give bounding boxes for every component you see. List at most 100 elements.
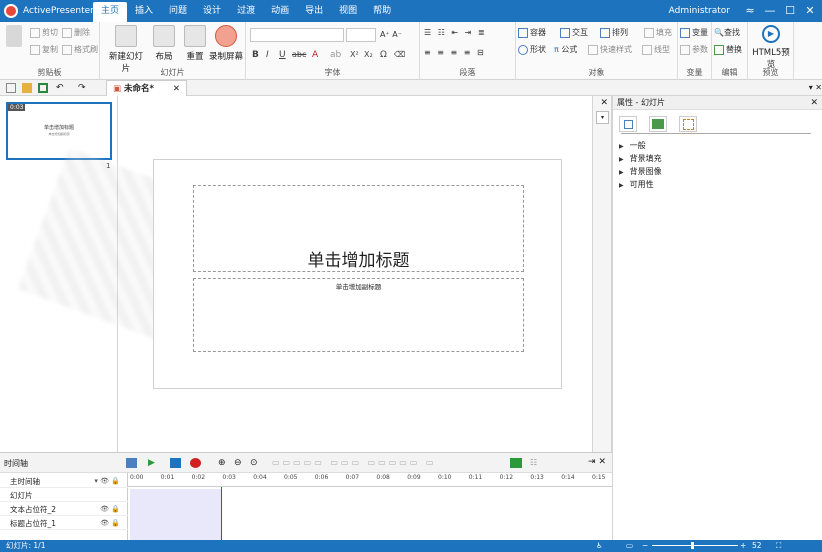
- arrange-button[interactable]: 排列: [600, 27, 628, 38]
- strikethrough-button[interactable]: abc: [292, 50, 306, 59]
- zoom-slider-thumb[interactable]: [690, 542, 694, 549]
- layout-button[interactable]: 布局: [150, 25, 178, 62]
- minimize-button[interactable]: —: [760, 0, 780, 22]
- menu-tab[interactable]: 导出: [297, 0, 331, 22]
- tab-general[interactable]: [619, 116, 637, 132]
- replace-button[interactable]: 替换: [714, 44, 742, 55]
- param-button[interactable]: 参数: [680, 44, 708, 55]
- copy-button[interactable]: 复制: [30, 44, 58, 55]
- bold-button[interactable]: B: [252, 50, 259, 60]
- playhead[interactable]: [221, 487, 222, 541]
- menu-tab[interactable]: 视图: [331, 0, 365, 22]
- close-document-icon[interactable]: ✕: [173, 84, 180, 94]
- accessibility-icon[interactable]: ♿: [596, 540, 603, 552]
- zoom-in-icon[interactable]: ⊕: [218, 458, 229, 468]
- stop-icon[interactable]: [170, 458, 181, 468]
- fullscreen-icon[interactable]: ⛶: [776, 540, 781, 552]
- record-timeline-icon[interactable]: [190, 458, 201, 468]
- property-section[interactable]: 一般: [619, 140, 646, 151]
- timeline-track-row[interactable]: 标题占位符_1 👁 🔒: [0, 517, 128, 530]
- menu-tab[interactable]: 主页: [93, 2, 128, 22]
- property-section[interactable]: 背景填充: [619, 153, 662, 164]
- tracks-icon[interactable]: [126, 458, 137, 468]
- reset-button[interactable]: 重置: [182, 25, 208, 62]
- outline-button[interactable]: 线型: [642, 44, 670, 55]
- zoom-out-button[interactable]: −: [642, 540, 648, 552]
- menu-tab[interactable]: 帮助: [365, 0, 399, 22]
- property-section[interactable]: 背景图像: [619, 166, 662, 177]
- undo-icon[interactable]: ↶: [56, 83, 66, 93]
- interaction-button[interactable]: 交互: [560, 27, 588, 38]
- fit-view-icon[interactable]: ▭: [626, 540, 633, 552]
- zoom-in-button[interactable]: +: [740, 540, 746, 552]
- redo-icon[interactable]: ↷: [78, 83, 88, 93]
- fill-button[interactable]: 填充: [644, 27, 672, 38]
- menu-tab[interactable]: 过渡: [229, 0, 263, 22]
- list-icons[interactable]: ☰ ☷ ⇤ ⇥ ≣: [424, 28, 487, 37]
- zoom-out-icon[interactable]: ⊖: [234, 458, 245, 468]
- variable-button[interactable]: 变量: [680, 27, 708, 38]
- timeline-pane-controls[interactable]: ⇥ ✕: [588, 457, 606, 467]
- timeline-slide-lane[interactable]: [130, 489, 222, 541]
- menu-tab[interactable]: 设计: [195, 0, 229, 22]
- zoom-slider[interactable]: [652, 542, 738, 549]
- format-painter-button[interactable]: 格式刷: [62, 44, 98, 55]
- menu-tab[interactable]: 插入: [127, 0, 161, 22]
- menu-tab[interactable]: 动画: [263, 0, 297, 22]
- find-button[interactable]: 🔍查找: [714, 27, 740, 38]
- html5-preview-button[interactable]: ▶ HTML5预览: [750, 25, 792, 70]
- new-file-icon[interactable]: [6, 83, 16, 93]
- symbol-icon[interactable]: Ω: [380, 50, 387, 60]
- formula-button[interactable]: π 公式: [554, 44, 577, 55]
- delete-button[interactable]: 删除: [62, 27, 90, 38]
- cut-button[interactable]: 剪切: [30, 27, 58, 38]
- pane-dropdown[interactable]: ▾: [596, 111, 609, 124]
- underline-button[interactable]: U: [279, 50, 286, 60]
- title-placeholder[interactable]: 单击增加标题: [193, 185, 524, 272]
- pane-menu-icon[interactable]: ▾ ✕: [809, 80, 822, 96]
- superscript-icon[interactable]: X²: [350, 50, 359, 59]
- slide[interactable]: 单击增加标题 单击增加副标题: [153, 159, 562, 389]
- subscript-icon[interactable]: X₂: [364, 50, 373, 59]
- open-folder-icon[interactable]: [22, 83, 32, 93]
- track-visibility-lock-icons[interactable]: ▾ 👁 🔒: [94, 475, 120, 488]
- timeline-options-icon[interactable]: ☷: [530, 458, 541, 468]
- quick-style-button[interactable]: 快速样式: [588, 44, 632, 55]
- align-icons[interactable]: ≡ ≡ ≡ ≡ ⊟: [424, 48, 486, 57]
- font-color-icon[interactable]: A: [312, 50, 318, 60]
- close-properties-icon[interactable]: ✕: [810, 96, 818, 110]
- property-section[interactable]: 可用性: [619, 179, 654, 190]
- paste-button[interactable]: [4, 25, 24, 50]
- clear-format-icon[interactable]: ⌫: [394, 50, 405, 59]
- zoom-fit-icon[interactable]: ⊙: [250, 458, 261, 468]
- timeline-track-row[interactable]: 幻灯片: [0, 489, 128, 502]
- menu-tab[interactable]: 问题: [161, 0, 195, 22]
- document-tab[interactable]: ▣ 未命名* ✕: [106, 80, 188, 96]
- maximize-button[interactable]: ☐: [780, 0, 800, 22]
- font-family-select[interactable]: [250, 28, 344, 42]
- timeline-track-row[interactable]: 文本占位符_2 👁 🔒: [0, 503, 128, 516]
- italic-button[interactable]: I: [266, 50, 269, 60]
- slide-thumbnail[interactable]: 0:03 单击增加标题 单击增加副标题: [6, 102, 112, 160]
- user-name[interactable]: Administrator: [669, 0, 730, 22]
- track-visibility-lock-icons[interactable]: 👁 🔒: [100, 517, 120, 530]
- cc-icon[interactable]: [510, 458, 522, 468]
- timeline-ruler[interactable]: 0:00 0:01 0:02 0:03 0:04 0:05 0:06 0:07 0:08 0:09…: [128, 473, 612, 487]
- highlight-icon[interactable]: ab: [330, 50, 341, 60]
- save-icon[interactable]: [38, 83, 48, 93]
- timeline-track-row[interactable]: 主时间轴 ▾ 👁 🔒: [0, 475, 128, 488]
- close-pane-icon[interactable]: ✕: [600, 98, 608, 108]
- container-button[interactable]: 容器: [518, 27, 546, 38]
- tab-background[interactable]: [649, 116, 667, 132]
- grow-font-icon[interactable]: A⁺ A⁻: [380, 30, 402, 39]
- restore-ribbon-button[interactable]: ≈: [740, 0, 760, 22]
- shape-button[interactable]: 形状: [518, 44, 546, 55]
- tab-interaction[interactable]: [679, 116, 697, 132]
- font-size-select[interactable]: [346, 28, 376, 42]
- track-visibility-lock-icons[interactable]: 👁 🔒: [100, 503, 120, 516]
- timeline-edit-tools[interactable]: ▭▭▭▭▭ ▭▭▭ ▭▭▭▭▭ ▭: [272, 458, 502, 468]
- subtitle-placeholder[interactable]: 单击增加副标题: [193, 278, 524, 352]
- play-timeline-icon[interactable]: ▶: [148, 458, 159, 468]
- record-screen-button[interactable]: 录制屏幕: [208, 25, 244, 62]
- close-button[interactable]: ✕: [800, 0, 820, 22]
